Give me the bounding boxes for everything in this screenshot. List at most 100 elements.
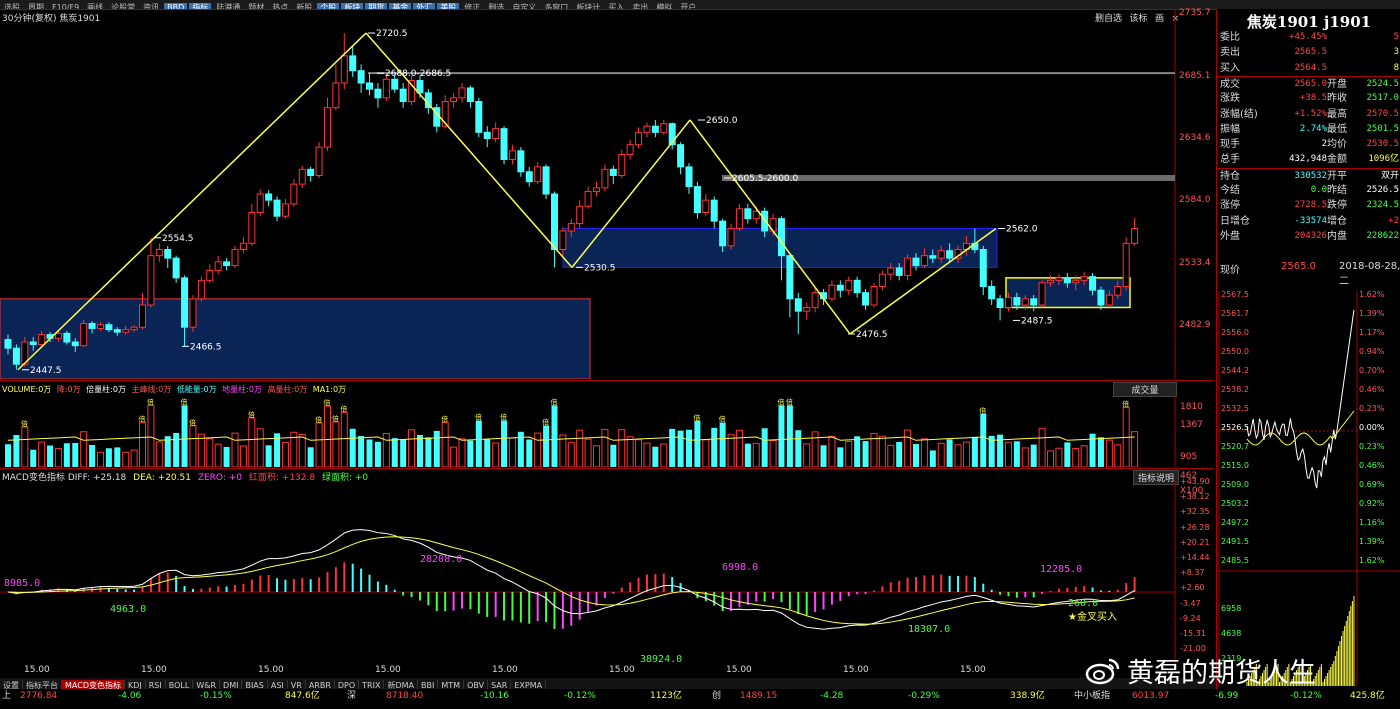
indicator-tab[interactable]: DPO xyxy=(335,680,360,689)
price-annotation: 2554.5 xyxy=(162,234,194,244)
quote-value-2: 2524.5 xyxy=(1366,78,1399,89)
candle-body xyxy=(147,255,155,306)
volume-tag: 倍 xyxy=(181,397,188,406)
indicator-tab[interactable]: 设置 xyxy=(0,680,23,689)
candlestick-chart[interactable]: 2720.5 2688.0-2686.5 2650.0 2605.5-2600.0 25… xyxy=(0,9,1214,379)
volume-bar xyxy=(38,441,46,467)
volume-bar xyxy=(551,405,558,467)
candle-body xyxy=(735,208,743,230)
candle-body xyxy=(357,70,365,84)
indicator-tab[interactable]: OBV xyxy=(464,680,489,689)
indicator-tab[interactable]: 指标平台 xyxy=(23,680,62,689)
volume-tag: 倍 xyxy=(719,415,726,424)
time-axis-label: 15.00 xyxy=(609,665,635,675)
indicator-tab[interactable]: RSI xyxy=(146,680,166,689)
mini-price-label: 6958 xyxy=(1221,604,1241,613)
candle-body xyxy=(181,277,189,328)
quote-value-2: +2 xyxy=(1388,215,1399,226)
candle-body xyxy=(912,257,920,267)
indicator-tab[interactable]: BBI xyxy=(418,680,439,689)
quote-value-2: 8 xyxy=(1393,62,1399,73)
price-axis-label: 2735.7 xyxy=(1179,8,1211,19)
quote-row: 成交 2565.0 开盘 2524.5 xyxy=(1217,75,1400,92)
mini-price-label: 2550.0 xyxy=(1221,347,1249,356)
indicator-tab[interactable]: EXPMA xyxy=(511,680,547,689)
indicator-tab[interactable]: SAR xyxy=(488,680,512,689)
candle-body xyxy=(164,249,172,259)
quote-row: 买入 2564.5 8 xyxy=(1217,61,1400,76)
volume-bar xyxy=(408,429,416,467)
quote-key: 涨幅(结) xyxy=(1220,108,1258,120)
candle-body xyxy=(1131,228,1139,244)
mini-pct-label: 0.23% xyxy=(1359,442,1385,451)
status-value: 1123亿 xyxy=(650,691,682,701)
macd-area-label: 260.0 xyxy=(1068,598,1098,609)
candle-body xyxy=(139,304,147,328)
price-axis: 2735.7 2685.1 2634.6 2584.0 2533.4 2482.9 xyxy=(1176,8,1214,379)
status-value: 8718.40 xyxy=(386,691,424,701)
candle-body xyxy=(155,249,163,257)
indicator-tab[interactable]: ASI xyxy=(268,680,288,689)
indicator-tab[interactable]: W&R xyxy=(193,680,221,689)
macd-axis-label: -15.31 xyxy=(1180,629,1206,638)
volume-bar xyxy=(887,444,895,467)
indicator-tab[interactable]: DMI xyxy=(220,680,243,689)
quote-key-2: 跌停 xyxy=(1327,200,1347,212)
time-axis-label: 15.00 xyxy=(258,665,284,675)
indicator-tab[interactable]: MTM xyxy=(438,680,465,689)
candle-body xyxy=(1021,298,1029,306)
weibo-logo-icon xyxy=(1085,655,1121,685)
mini-pct-label: 0.70% xyxy=(1359,366,1385,375)
macd-chart: 8985.0 4963.0 28208.0 6998.0 12285.0 260.0 183… xyxy=(0,480,1176,664)
candle-body xyxy=(979,249,987,287)
indicator-tab[interactable]: 新DMA xyxy=(384,680,419,689)
macd-area-label: 4963.0 xyxy=(110,604,146,615)
volume-axis-label: 1367 xyxy=(1180,420,1203,430)
indicator-tab[interactable]: ARBR xyxy=(306,680,335,689)
volume-bar xyxy=(47,445,54,467)
price-annotation: 2650.0 xyxy=(706,116,738,126)
volume-bar xyxy=(635,439,643,467)
volume-bar xyxy=(96,451,104,467)
indicator-tab[interactable]: BIAS xyxy=(242,680,268,689)
indicator-tab[interactable]: KDJ xyxy=(125,680,146,689)
volume-tag: 倍 xyxy=(550,397,557,406)
quote-key: 日增仓 xyxy=(1220,215,1250,227)
candle-body xyxy=(576,205,584,225)
volume-bar xyxy=(508,437,516,467)
quote-value: -33574 xyxy=(1294,215,1327,226)
candle-body xyxy=(811,292,819,308)
time-axis-label: 15.00 xyxy=(141,665,167,675)
indicator-tab[interactable]: VR xyxy=(288,680,306,689)
volume-bar xyxy=(164,436,171,467)
candle-body xyxy=(189,298,197,328)
indicator-tab[interactable]: MACD变色指标 xyxy=(62,680,125,689)
volume-bar xyxy=(1097,437,1104,467)
indicator-tab[interactable]: TRIX xyxy=(359,680,385,689)
volume-bar xyxy=(155,441,163,467)
quote-row: 持仓 330532 开平 双开 xyxy=(1217,167,1400,184)
volume-bar xyxy=(122,451,130,467)
volume-tag: 倍 xyxy=(332,414,339,423)
indicator-tab[interactable]: BOLL xyxy=(166,680,194,689)
volume-bar xyxy=(1004,441,1012,467)
candle-body xyxy=(702,199,710,214)
candle-body xyxy=(693,186,701,214)
candle-body xyxy=(206,269,214,281)
volume-tag: 倍 xyxy=(786,397,793,406)
quote-key-2: 开平 xyxy=(1327,170,1347,182)
candle-body xyxy=(281,203,289,217)
volume-bar xyxy=(610,444,617,467)
current-price-label: 现价 xyxy=(1220,265,1240,276)
price-axis-label: 2685.1 xyxy=(1179,70,1211,81)
volume-bar xyxy=(702,439,710,467)
quote-value-2: 2324.5 xyxy=(1366,200,1399,211)
macd-axis-label: +32.35 xyxy=(1180,507,1210,517)
volume-bar xyxy=(837,447,844,467)
candle-body xyxy=(29,341,37,345)
candle-body xyxy=(408,80,416,102)
candle-body xyxy=(609,168,617,176)
candle-body xyxy=(719,220,727,247)
volume-bar xyxy=(349,428,356,467)
volume-bar xyxy=(416,435,423,467)
